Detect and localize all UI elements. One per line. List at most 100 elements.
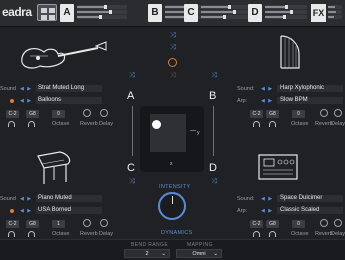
layer-c-sound-arrows[interactable]: ◀ ▶ bbox=[20, 196, 32, 202]
x-axis-label: x bbox=[170, 161, 173, 167]
layer-c-range-high[interactable]: G8 bbox=[26, 220, 39, 228]
layer-b-arp-value: Slow BPM bbox=[280, 97, 308, 103]
slot-d-fader-2[interactable] bbox=[265, 10, 307, 14]
layer-c-octave-value[interactable]: 1 bbox=[52, 220, 65, 228]
layer-a-reverb-knob[interactable] bbox=[83, 109, 91, 117]
slot-d-faders[interactable] bbox=[265, 5, 307, 21]
slot-a-fader-2[interactable] bbox=[77, 10, 127, 14]
slot-a-faders[interactable] bbox=[77, 5, 127, 21]
layer-b-sound-arrows[interactable]: ◀ ▶ bbox=[261, 86, 273, 92]
slot-a-fader-3[interactable] bbox=[77, 15, 127, 19]
slot-a-fader-1[interactable] bbox=[77, 5, 127, 9]
bottom-bar: BEND RANGE 2 ⌄ MAPPING Omni ⌄ bbox=[0, 239, 345, 260]
pad-cursor[interactable] bbox=[152, 120, 161, 129]
layer-c-arp-power[interactable] bbox=[10, 209, 14, 213]
layer-c-delay-label: Delay bbox=[99, 231, 114, 237]
layer-d-delay-label: Delay bbox=[331, 231, 345, 237]
pad-corner-b: B bbox=[209, 90, 217, 102]
layer-d-sound-arrows[interactable]: ◀ ▶ bbox=[261, 196, 273, 202]
fx-fader-3[interactable] bbox=[328, 15, 342, 19]
bend-range-select[interactable]: 2 ⌄ bbox=[124, 249, 170, 258]
slot-d-fader-3[interactable] bbox=[265, 15, 307, 19]
layer-d-range-low[interactable]: C-2 bbox=[250, 220, 263, 228]
layer-a-range-low[interactable]: C-2 bbox=[6, 110, 19, 118]
shuffle-icon[interactable]: ⤨ bbox=[129, 178, 135, 186]
y-axis-label: y bbox=[197, 130, 200, 136]
layer-c-sound-label: Sound bbox=[0, 196, 16, 202]
layer-d-reverb-knob[interactable] bbox=[320, 219, 328, 227]
layer-c-range-low[interactable]: C-2 bbox=[6, 220, 19, 228]
layer-b-sound-label: Sound: bbox=[237, 86, 255, 92]
layer-a-octave-label: Octave bbox=[52, 121, 70, 127]
pad-corner-a: A bbox=[127, 90, 135, 102]
fx-button[interactable]: FX bbox=[311, 4, 326, 22]
layer-a-arp-arrows[interactable]: ◀ ▶ bbox=[20, 98, 32, 104]
headphones-icon bbox=[8, 231, 15, 237]
slot-a-button[interactable]: A bbox=[60, 4, 74, 22]
mapping-select[interactable]: Omni ⌄ bbox=[176, 249, 222, 258]
fx-fader-1[interactable] bbox=[328, 5, 342, 9]
intensity-label: INTENSITY bbox=[159, 184, 191, 190]
layer-a-delay-knob[interactable] bbox=[100, 109, 108, 117]
layer-c-arp-arrows[interactable]: ◀ ▶ bbox=[20, 208, 32, 214]
slot-d-button[interactable]: D bbox=[248, 4, 262, 22]
slot-b-button[interactable]: B bbox=[148, 4, 162, 22]
shuffle-icon[interactable]: ⤨ bbox=[129, 72, 135, 80]
layer-a-range-high[interactable]: G8 bbox=[26, 110, 39, 118]
layer-d-arp-value: Classic Scaled bbox=[280, 207, 320, 213]
layer-b-delay-label: Delay bbox=[331, 121, 345, 127]
layer-c-octave-label: Octave bbox=[52, 231, 70, 237]
pad-right-guide bbox=[213, 106, 214, 156]
layer-d-arp-label: Arp: bbox=[237, 208, 248, 214]
layer-b-arp-arrows[interactable]: ◀ ▶ bbox=[261, 98, 273, 104]
grid-view-icon[interactable] bbox=[37, 4, 57, 21]
piano-icon bbox=[37, 151, 71, 184]
layer-a-reverb-label: Reverb bbox=[80, 121, 98, 127]
dynamics-knob[interactable] bbox=[158, 192, 186, 220]
layer-d-arp-arrows[interactable]: ◀ ▶ bbox=[261, 208, 273, 214]
fx-fader-2[interactable] bbox=[328, 10, 342, 14]
slot-a[interactable]: A bbox=[60, 4, 140, 22]
harp-icon bbox=[280, 35, 300, 69]
headphones-icon bbox=[28, 121, 35, 127]
layer-d-octave-value[interactable]: 0 bbox=[292, 220, 305, 228]
slot-d[interactable]: D bbox=[248, 4, 308, 22]
layer-b-octave-value[interactable]: 0 bbox=[292, 110, 305, 118]
slot-c-fader-2[interactable] bbox=[201, 10, 251, 14]
headphones-icon bbox=[8, 121, 15, 127]
layer-c-delay-knob[interactable] bbox=[100, 219, 108, 227]
slot-c-fader-1[interactable] bbox=[201, 5, 251, 9]
slot-c-faders[interactable] bbox=[201, 5, 251, 21]
power-icon[interactable] bbox=[168, 58, 177, 67]
layer-b-reverb-knob[interactable] bbox=[320, 109, 328, 117]
layer-d-range-high[interactable]: G8 bbox=[266, 220, 279, 228]
layer-a-octave-value[interactable]: 0 bbox=[52, 110, 65, 118]
xy-pad[interactable]: y x bbox=[140, 106, 204, 172]
layer-a-arp-power[interactable] bbox=[10, 99, 14, 103]
slot-c-button[interactable]: C bbox=[184, 4, 198, 22]
shuffle-icon[interactable]: ⤨ bbox=[211, 72, 217, 80]
shuffle-icon[interactable]: ⤨ bbox=[170, 32, 176, 40]
bend-range-label: BEND RANGE bbox=[131, 242, 169, 248]
mapping-value: Omni bbox=[192, 251, 206, 257]
main-panel: Sound ◀ ▶ Strat Muted Long ◀ ▶ Balloons … bbox=[0, 28, 345, 260]
layer-b-delay-knob[interactable] bbox=[334, 109, 342, 117]
headphones-icon bbox=[269, 231, 276, 237]
shuffle-icon[interactable]: ⤨ bbox=[170, 72, 176, 80]
layer-d-sound-value: Space Dulcimer bbox=[280, 195, 323, 201]
layer-b-range-low[interactable]: C-2 bbox=[250, 110, 263, 118]
dynamics-label: DYNAMICS bbox=[161, 230, 193, 236]
layer-c-reverb-knob[interactable] bbox=[83, 219, 91, 227]
fx-faders[interactable] bbox=[328, 5, 342, 21]
layer-a-sound-arrows[interactable]: ◀ ▶ bbox=[20, 86, 32, 92]
layer-d-delay-knob[interactable] bbox=[334, 219, 342, 227]
y-axis-tick bbox=[190, 130, 196, 131]
top-bar: eadra A B C D FX bbox=[0, 0, 345, 27]
shuffle-icon[interactable]: ⤨ bbox=[211, 178, 217, 186]
layer-b-octave-label: Octave bbox=[291, 121, 309, 127]
pad-corner-d: D bbox=[209, 162, 217, 174]
slot-d-fader-1[interactable] bbox=[265, 5, 307, 9]
shuffle-icon[interactable]: ⤨ bbox=[170, 44, 176, 52]
layer-b-range-high[interactable]: G8 bbox=[266, 110, 279, 118]
slot-c-fader-3[interactable] bbox=[201, 15, 251, 19]
